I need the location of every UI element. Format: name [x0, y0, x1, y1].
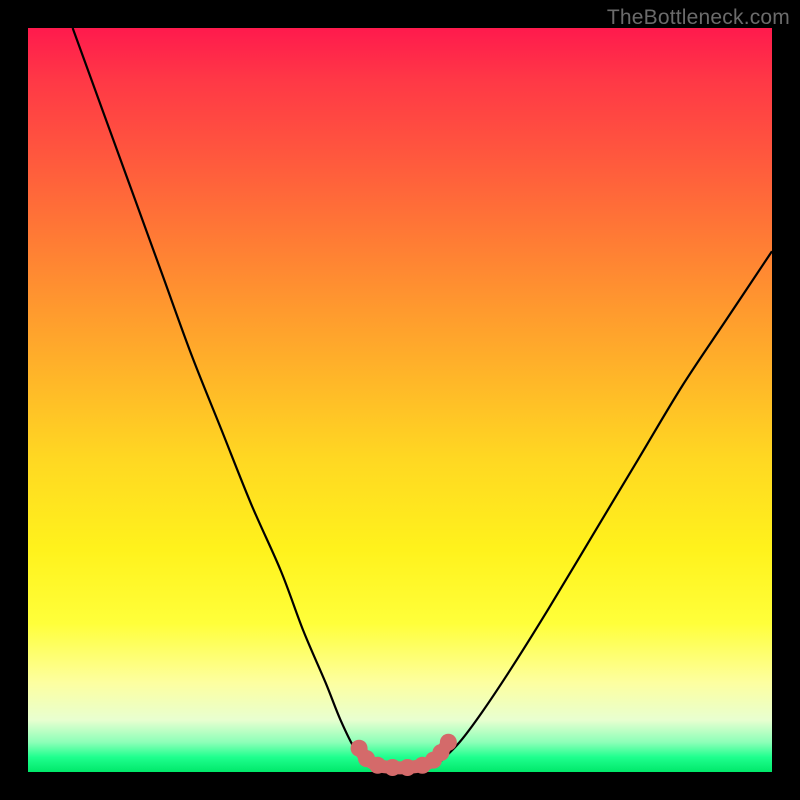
valley-marker-dot — [399, 759, 416, 776]
valley-marker-dot — [369, 757, 386, 774]
chart-stage: TheBottleneck.com — [0, 0, 800, 800]
plot-area — [28, 28, 772, 772]
right-branch-curve — [437, 251, 772, 764]
watermark-label: TheBottleneck.com — [607, 6, 790, 30]
valley-marker-dot — [384, 759, 401, 776]
valley-marker-dot — [440, 734, 457, 751]
curve-layer — [28, 28, 772, 772]
valley-marker-dots — [351, 734, 457, 776]
left-branch-curve — [73, 28, 371, 765]
